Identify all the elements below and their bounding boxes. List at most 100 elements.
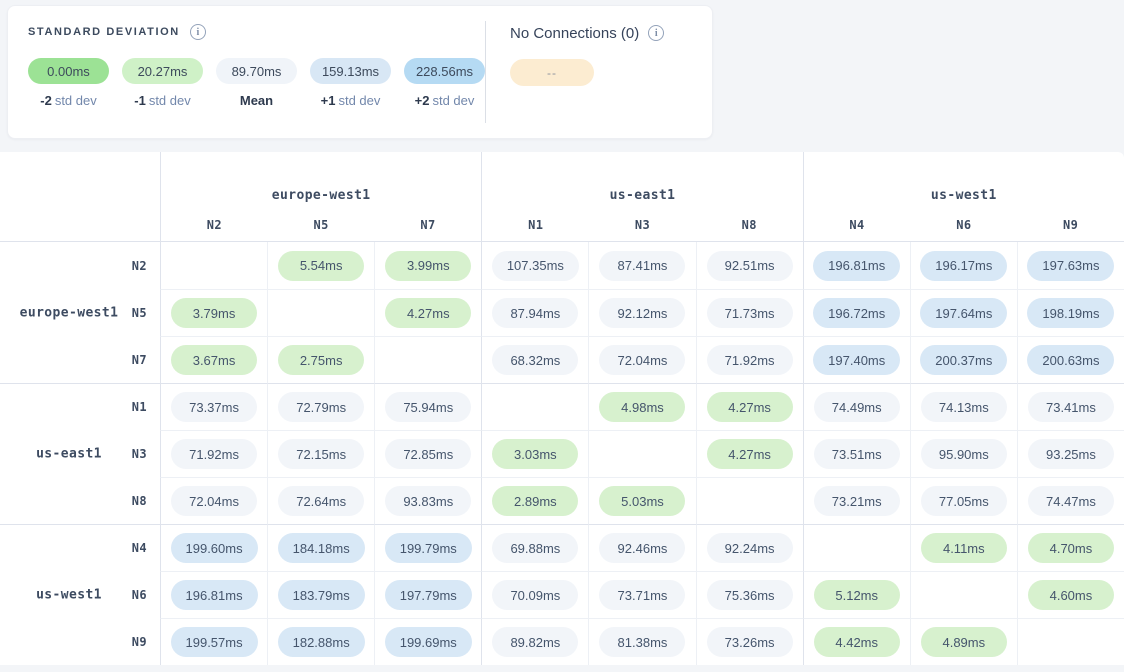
matrix-cell: 183.79ms: [267, 571, 374, 618]
latency-pill[interactable]: 71.92ms: [171, 439, 257, 469]
latency-pill[interactable]: 196.17ms: [920, 251, 1007, 281]
matrix-cell: 73.37ms: [160, 383, 267, 430]
latency-pill[interactable]: 5.03ms: [599, 486, 685, 516]
matrix-cell: 4.27ms: [696, 383, 803, 430]
latency-pill[interactable]: 70.09ms: [492, 580, 578, 610]
matrix-cell: 197.64ms: [910, 289, 1017, 336]
latency-pill[interactable]: 196.72ms: [813, 298, 900, 328]
latency-pill[interactable]: 71.73ms: [707, 298, 793, 328]
matrix-cell: [588, 430, 695, 477]
matrix-cell: [803, 524, 910, 571]
latency-pill[interactable]: 92.12ms: [599, 298, 685, 328]
latency-pill[interactable]: 72.15ms: [278, 439, 364, 469]
matrix-cell: 4.27ms: [696, 430, 803, 477]
latency-pill[interactable]: 196.81ms: [813, 251, 900, 281]
latency-pill[interactable]: 2.75ms: [278, 345, 364, 375]
matrix-cell: 73.26ms: [696, 618, 803, 665]
matrix-cell: 77.05ms: [910, 477, 1017, 524]
latency-pill[interactable]: 5.54ms: [278, 251, 364, 281]
latency-pill[interactable]: 3.67ms: [171, 345, 257, 375]
latency-pill[interactable]: 4.89ms: [921, 627, 1007, 657]
matrix-cell: 198.19ms: [1017, 289, 1124, 336]
latency-pill[interactable]: 75.36ms: [707, 580, 793, 610]
latency-pill[interactable]: 199.69ms: [385, 627, 472, 657]
latency-pill[interactable]: 95.90ms: [921, 439, 1007, 469]
latency-pill[interactable]: 4.11ms: [921, 533, 1007, 563]
latency-pill[interactable]: 92.46ms: [599, 533, 685, 563]
latency-pill[interactable]: 198.19ms: [1027, 298, 1114, 328]
latency-pill[interactable]: 4.60ms: [1028, 580, 1114, 610]
latency-pill[interactable]: 4.42ms: [814, 627, 900, 657]
matrix-cell: 72.04ms: [160, 477, 267, 524]
latency-pill[interactable]: 4.70ms: [1028, 533, 1114, 563]
latency-pill[interactable]: 72.85ms: [385, 439, 471, 469]
latency-pill[interactable]: 73.41ms: [1028, 392, 1114, 422]
no-connections-legend: No Connections (0) i --: [486, 6, 664, 138]
latency-pill[interactable]: 73.21ms: [814, 486, 900, 516]
latency-pill[interactable]: 184.18ms: [278, 533, 365, 563]
info-icon[interactable]: i: [190, 24, 206, 40]
latency-pill[interactable]: 74.49ms: [814, 392, 900, 422]
latency-pill[interactable]: 4.98ms: [599, 392, 685, 422]
latency-pill[interactable]: 199.57ms: [171, 627, 258, 657]
latency-pill[interactable]: 196.81ms: [171, 580, 258, 610]
node-row-label: N1: [0, 384, 160, 431]
latency-pill[interactable]: 68.32ms: [492, 345, 578, 375]
latency-pill[interactable]: 73.51ms: [814, 439, 900, 469]
matrix-cell: 199.79ms: [374, 524, 481, 571]
latency-pill[interactable]: 107.35ms: [492, 251, 579, 281]
std-dev-stop-pill: 228.56ms: [404, 58, 485, 84]
latency-pill[interactable]: 69.88ms: [492, 533, 578, 563]
latency-pill[interactable]: 73.26ms: [707, 627, 793, 657]
latency-pill[interactable]: 89.82ms: [492, 627, 578, 657]
info-icon[interactable]: i: [648, 25, 664, 41]
latency-pill[interactable]: 93.25ms: [1028, 439, 1114, 469]
latency-pill[interactable]: 197.40ms: [813, 345, 900, 375]
latency-pill[interactable]: 73.71ms: [599, 580, 685, 610]
latency-pill[interactable]: 81.38ms: [599, 627, 685, 657]
latency-pill[interactable]: 93.83ms: [385, 486, 471, 516]
latency-pill[interactable]: 72.79ms: [278, 392, 364, 422]
latency-pill[interactable]: 75.94ms: [385, 392, 471, 422]
latency-pill[interactable]: 92.24ms: [707, 533, 793, 563]
latency-pill[interactable]: 73.37ms: [171, 392, 257, 422]
latency-pill[interactable]: 4.27ms: [707, 392, 793, 422]
latency-pill[interactable]: 183.79ms: [278, 580, 365, 610]
latency-pill[interactable]: 72.04ms: [171, 486, 257, 516]
matrix-cell: 197.79ms: [374, 571, 481, 618]
latency-pill[interactable]: 4.27ms: [385, 298, 471, 328]
latency-pill[interactable]: 3.03ms: [492, 439, 578, 469]
std-dev-legend: STANDARD DEVIATION i 0.00ms20.27ms89.70m…: [8, 6, 485, 138]
latency-pill[interactable]: 197.79ms: [385, 580, 472, 610]
latency-pill[interactable]: 92.51ms: [707, 251, 793, 281]
latency-pill[interactable]: 2.89ms: [492, 486, 578, 516]
latency-pill[interactable]: 200.37ms: [920, 345, 1007, 375]
latency-pill[interactable]: 4.27ms: [707, 439, 793, 469]
matrix-cell: 74.49ms: [803, 383, 910, 430]
latency-pill[interactable]: 72.64ms: [278, 486, 364, 516]
matrix-cell: 196.81ms: [803, 242, 910, 289]
latency-pill[interactable]: 182.88ms: [278, 627, 365, 657]
latency-pill[interactable]: 3.79ms: [171, 298, 257, 328]
region-row-label: us-east1: [10, 447, 128, 462]
matrix-cell: 4.98ms: [588, 383, 695, 430]
latency-pill[interactable]: 74.13ms: [921, 392, 1007, 422]
latency-pill[interactable]: 72.04ms: [599, 345, 685, 375]
latency-pill[interactable]: 197.63ms: [1027, 251, 1114, 281]
latency-pill[interactable]: 74.47ms: [1028, 486, 1114, 516]
latency-pill[interactable]: 199.79ms: [385, 533, 472, 563]
latency-pill[interactable]: 5.12ms: [814, 580, 900, 610]
latency-pill[interactable]: 71.92ms: [707, 345, 793, 375]
node-row-label: N8: [0, 477, 160, 524]
node-col-labels: N1N3N8: [482, 218, 802, 232]
latency-pill[interactable]: 197.64ms: [920, 298, 1007, 328]
latency-pill[interactable]: 77.05ms: [921, 486, 1007, 516]
latency-pill[interactable]: 200.63ms: [1027, 345, 1114, 375]
latency-pill[interactable]: 199.60ms: [171, 533, 258, 563]
latency-pill[interactable]: 87.94ms: [492, 298, 578, 328]
latency-dashboard: STANDARD DEVIATION i 0.00ms20.27ms89.70m…: [0, 0, 1124, 672]
latency-pill[interactable]: 87.41ms: [599, 251, 685, 281]
matrix-cell: 3.67ms: [160, 336, 267, 383]
latency-pill[interactable]: 3.99ms: [385, 251, 471, 281]
matrix-cell: [696, 477, 803, 524]
